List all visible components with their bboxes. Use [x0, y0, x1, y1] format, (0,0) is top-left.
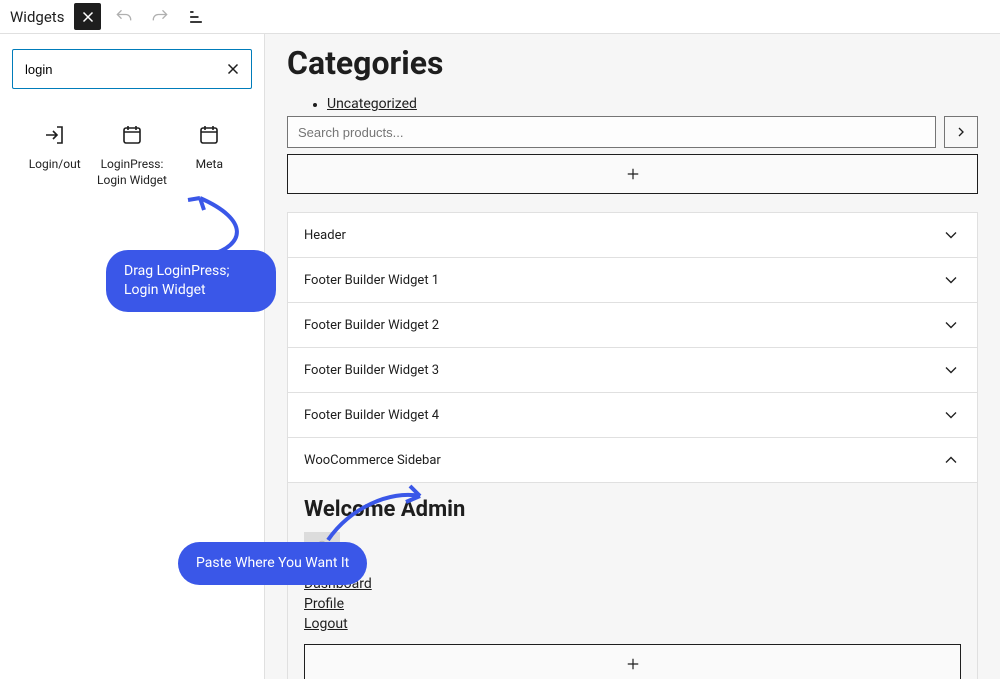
logout-link[interactable]: Logout — [304, 616, 348, 632]
plus-icon — [624, 655, 642, 673]
block-meta[interactable]: Meta — [171, 119, 248, 192]
calendar-icon — [120, 123, 144, 147]
add-block-button[interactable] — [287, 154, 978, 194]
block-loginpress-widget[interactable]: LoginPress: Login Widget — [93, 119, 170, 192]
list-view-button[interactable] — [183, 4, 209, 30]
categories-heading: Categories — [287, 44, 978, 82]
widget-areas-list: Header Footer Builder Widget 1 Footer Bu… — [287, 212, 978, 679]
chevron-down-icon — [941, 225, 961, 245]
widget-area: WooCommerce Sidebar Welcome Admin Dashbo… — [287, 438, 978, 679]
chevron-down-icon — [941, 270, 961, 290]
undo-icon — [114, 7, 134, 27]
widget-area-toggle[interactable]: Footer Builder Widget 4 — [288, 393, 977, 437]
widget-area-toggle[interactable]: Footer Builder Widget 2 — [288, 303, 977, 347]
widget-area: Header — [287, 212, 978, 258]
widget-area-label: Footer Builder Widget 1 — [304, 273, 439, 288]
widget-area-label: Footer Builder Widget 2 — [304, 318, 439, 333]
clear-search-button[interactable] — [222, 58, 244, 80]
widget-area: Footer Builder Widget 4 — [287, 393, 978, 438]
widget-area-label: Header — [304, 228, 346, 243]
product-search-row — [287, 116, 978, 148]
calendar-icon — [197, 123, 221, 147]
block-search-input[interactable] — [12, 49, 252, 89]
profile-link[interactable]: Profile — [304, 596, 344, 612]
widget-area: Footer Builder Widget 2 — [287, 303, 978, 348]
add-block-button[interactable] — [304, 644, 961, 679]
widget-area-toggle[interactable]: Header — [288, 213, 977, 257]
undo-button[interactable] — [111, 4, 137, 30]
widget-area-label: WooCommerce Sidebar — [304, 453, 441, 468]
chevron-down-icon — [941, 405, 961, 425]
close-icon — [79, 8, 97, 26]
user-links: Dashboard Profile Logout — [304, 576, 961, 632]
block-label: Meta — [196, 157, 223, 173]
redo-icon — [150, 7, 170, 27]
block-label: Login/out — [29, 157, 81, 173]
widget-area-toggle[interactable]: WooCommerce Sidebar — [288, 438, 977, 482]
list-item: Uncategorized — [327, 96, 978, 112]
block-search-wrap — [12, 49, 252, 89]
block-results: Login/out LoginPress: Login Widget Meta — [12, 119, 252, 192]
category-list: Uncategorized — [287, 96, 978, 112]
category-link[interactable]: Uncategorized — [327, 96, 417, 112]
close-icon — [224, 60, 242, 78]
top-toolbar: Widgets — [0, 0, 1000, 34]
redo-button[interactable] — [147, 4, 173, 30]
welcome-heading: Welcome Admin — [304, 497, 961, 522]
widget-area-label: Footer Builder Widget 3 — [304, 363, 439, 378]
close-inserter-button[interactable] — [74, 3, 101, 30]
widget-area-toggle[interactable]: Footer Builder Widget 3 — [288, 348, 977, 392]
widget-areas-canvas: Categories Uncategorized Header — [265, 34, 1000, 679]
product-search-button[interactable] — [944, 116, 978, 148]
widget-area: Footer Builder Widget 3 — [287, 348, 978, 393]
chevron-right-icon — [953, 124, 969, 140]
list-view-icon — [186, 7, 206, 27]
plus-icon — [624, 165, 642, 183]
chevron-up-icon — [941, 450, 961, 470]
widget-area: Footer Builder Widget 1 — [287, 258, 978, 303]
login-icon — [43, 123, 67, 147]
widget-area-label: Footer Builder Widget 4 — [304, 408, 439, 423]
block-login-out[interactable]: Login/out — [16, 119, 93, 192]
block-label: LoginPress: Login Widget — [93, 157, 170, 188]
annotation-drag: Drag LoginPress; Login Widget — [106, 250, 276, 312]
page-title: Widgets — [10, 8, 64, 26]
widget-area-toggle[interactable]: Footer Builder Widget 1 — [288, 258, 977, 302]
product-search-input[interactable] — [287, 116, 936, 148]
chevron-down-icon — [941, 360, 961, 380]
chevron-down-icon — [941, 315, 961, 335]
annotation-paste: Paste Where You Want It — [178, 542, 367, 585]
widget-area-content: Welcome Admin Dashboard Profile Logout — [288, 482, 977, 679]
